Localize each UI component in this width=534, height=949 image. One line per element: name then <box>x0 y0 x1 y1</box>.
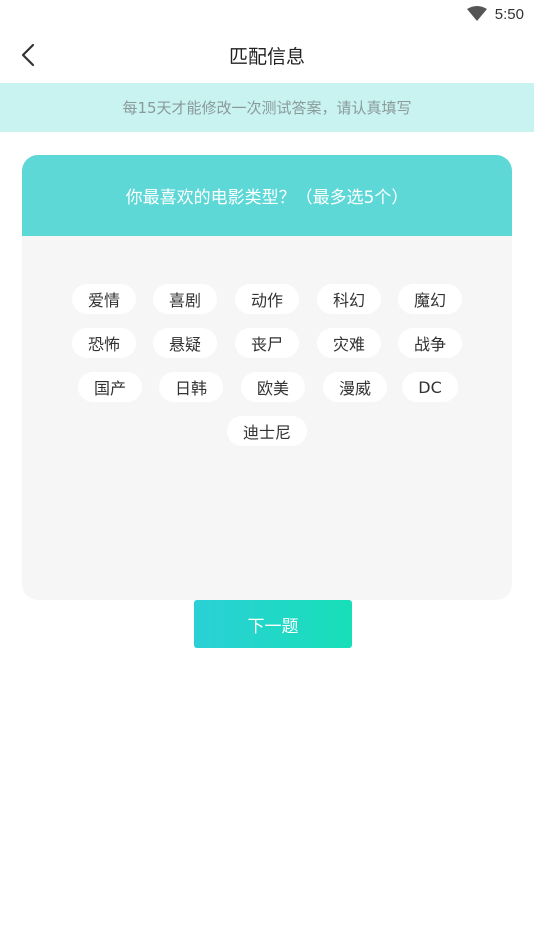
option-tag[interactable]: 魔幻 <box>397 284 463 314</box>
option-tag[interactable]: 科幻 <box>316 284 382 314</box>
option-tag[interactable]: 国产 <box>77 372 143 402</box>
back-button[interactable] <box>14 40 42 70</box>
page-title: 匹配信息 <box>228 45 305 68</box>
next-question-button[interactable]: 下一题 <box>194 600 352 648</box>
option-tag[interactable]: DC <box>402 372 458 402</box>
wifi-icon <box>466 6 487 21</box>
option-tag[interactable]: 日韩 <box>158 372 224 402</box>
nav-bar: 匹配信息 <box>0 28 534 82</box>
option-tag[interactable]: 灾难 <box>316 328 382 358</box>
notice-banner: 每15天才能修改一次测试答案，请认真填写 <box>0 83 534 132</box>
status-time: 5:50 <box>494 5 524 23</box>
option-tag[interactable]: 战争 <box>397 328 463 358</box>
option-tag[interactable]: 丧尸 <box>234 328 300 358</box>
option-tag[interactable]: 爱情 <box>71 284 137 314</box>
notice-text: 每15天才能修改一次测试答案，请认真填写 <box>122 99 412 117</box>
option-tag[interactable]: 恐怖 <box>71 328 137 358</box>
option-tag[interactable]: 悬疑 <box>152 328 218 358</box>
question-header: 你最喜欢的电影类型？（最多选5个） <box>22 155 512 236</box>
chevron-left-icon <box>21 43 35 67</box>
option-tag[interactable]: 欧美 <box>240 372 306 402</box>
status-bar: 5:50 <box>0 0 534 28</box>
option-tag[interactable]: 动作 <box>234 284 300 314</box>
question-title: 你最喜欢的电影类型？（最多选5个） <box>125 188 409 208</box>
option-tag[interactable]: 迪士尼 <box>226 416 308 446</box>
option-tag[interactable]: 喜剧 <box>152 284 218 314</box>
question-card: 你最喜欢的电影类型？（最多选5个） 爱情 喜剧 动作 科幻 魔幻 恐怖 悬疑 丧… <box>22 155 512 600</box>
option-tag[interactable]: 漫威 <box>322 372 388 402</box>
